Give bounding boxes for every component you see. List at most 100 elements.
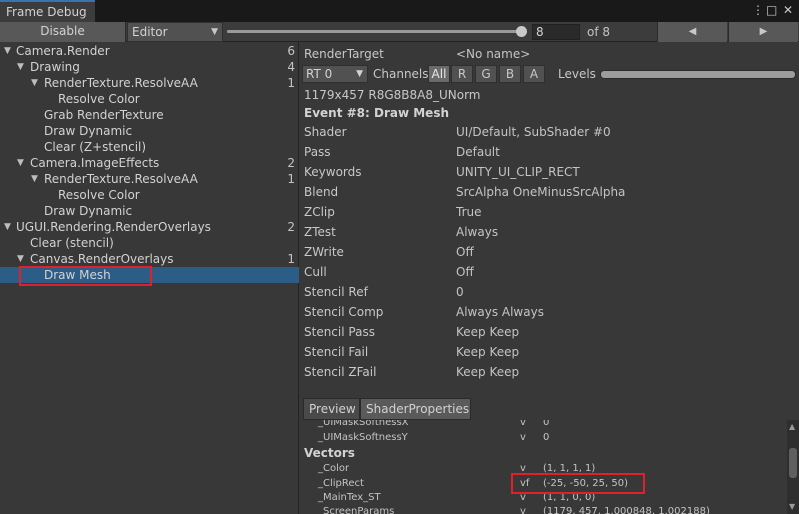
prop-label-zclip: ZClip — [304, 205, 335, 219]
tree-item-label: Grab RenderTexture — [44, 108, 164, 122]
render-target-value: <No name> — [456, 47, 531, 61]
channels-label: Channels — [373, 67, 429, 81]
tab-shader-properties[interactable]: ShaderProperties — [360, 398, 471, 420]
draw-mesh-highlight — [19, 266, 152, 286]
tree-item-label: RenderTexture.ResolveAA — [44, 172, 198, 186]
tree-item-canvas-overlays[interactable]: ▼ Canvas.RenderOverlays 1 — [0, 251, 299, 267]
render-target-label: RenderTarget — [304, 47, 384, 61]
close-icon[interactable]: ✕ — [783, 3, 793, 17]
scroll-up-icon[interactable]: ▲ — [789, 422, 795, 431]
tree-item-image-effects[interactable]: ▼ Camera.ImageEffects 2 — [0, 155, 299, 171]
tree-item-grab-rendertexture[interactable]: Grab RenderTexture — [0, 107, 299, 123]
tree-item-label: Clear (Z+stencil) — [44, 140, 147, 154]
shader-prop-name: _ClipRect — [318, 478, 364, 489]
fold-icon[interactable]: ▼ — [31, 75, 38, 91]
rt-dropdown[interactable]: RT 0 ▼ — [302, 65, 368, 83]
prop-label-blend: Blend — [304, 185, 339, 199]
frame-debug-tab[interactable]: Frame Debug — [0, 0, 95, 22]
cliprect-highlight — [511, 473, 645, 494]
tree-item-label: Draw Dynamic — [44, 124, 133, 138]
tree-item-label: Camera.ImageEffects — [30, 156, 160, 170]
prop-value-pass: Default — [456, 145, 500, 159]
render-target-row: RenderTarget <No name> — [300, 44, 799, 64]
channel-all-button[interactable]: All — [428, 65, 450, 83]
tree-item-count: 6 — [287, 44, 295, 58]
shader-properties-list: _UIMaskSoftnessX v 0 _UIMaskSoftnessY v … — [300, 420, 787, 514]
prev-icon: ◀ — [688, 26, 697, 37]
channel-a-button[interactable]: A — [523, 65, 545, 83]
prop-value-shader: UI/Default, SubShader #0 — [456, 125, 611, 139]
tree-item-count: 1 — [287, 252, 295, 266]
tree-item-clear-stencil[interactable]: Clear (stencil) — [0, 235, 299, 251]
prop-value-stencil-pass: Keep Keep — [456, 325, 520, 339]
target-dropdown[interactable]: Editor ▼ — [127, 22, 223, 42]
channel-b-button[interactable]: B — [499, 65, 521, 83]
disable-button[interactable]: Disable — [0, 22, 126, 42]
channel-r-button[interactable]: R — [451, 65, 473, 83]
tree-item-clear-z-stencil[interactable]: Clear (Z+stencil) — [0, 139, 299, 155]
prop-value-zwrite: Off — [456, 245, 474, 259]
prop-label-pass: Pass — [304, 145, 331, 159]
tree-item-draw-dynamic[interactable]: Draw Dynamic — [0, 123, 299, 139]
tree-item-resolve-color[interactable]: Resolve Color — [0, 91, 299, 107]
prop-value-zclip: True — [456, 205, 482, 219]
prop-value-stencil-fail: Keep Keep — [456, 345, 520, 359]
fold-icon[interactable]: ▼ — [17, 251, 24, 267]
levels-label: Levels — [558, 67, 596, 81]
tree-item-resolve-color-2[interactable]: Resolve Color — [0, 187, 299, 203]
tree-item-resolveaa[interactable]: ▼ RenderTexture.ResolveAA 1 — [0, 75, 299, 91]
prop-label-ztest: ZTest — [304, 225, 336, 239]
target-dropdown-label: Editor — [132, 25, 168, 39]
next-event-button[interactable]: ▶ — [728, 22, 798, 42]
channels-bar: RT 0 ▼ Channels All R G B A Levels — [300, 64, 799, 84]
prop-label-stencil-ref: Stencil Ref — [304, 285, 368, 299]
tree-item-label: RenderTexture.ResolveAA — [44, 76, 198, 90]
next-icon: ▶ — [759, 26, 768, 37]
event-slider-track[interactable] — [227, 30, 521, 33]
channel-g-button[interactable]: G — [475, 65, 497, 83]
tree-item-count: 1 — [287, 172, 295, 186]
previous-event-button[interactable]: ◀ — [657, 22, 727, 42]
prop-label-stencil-comp: Stencil Comp — [304, 305, 384, 319]
tree-item-draw-dynamic-2[interactable]: Draw Dynamic — [0, 203, 299, 219]
tree-item-count: 2 — [287, 156, 295, 170]
scrollbar-thumb[interactable] — [789, 448, 797, 478]
tab-title: Frame Debug — [6, 5, 87, 19]
prop-value-stencil-zfail: Keep Keep — [456, 365, 520, 379]
tree-item-label: Drawing — [30, 60, 80, 74]
shader-prop-name: _Color — [318, 463, 350, 474]
fold-icon[interactable]: ▼ — [4, 219, 11, 235]
scroll-down-icon[interactable]: ▼ — [789, 502, 795, 511]
chevron-down-icon: ▼ — [211, 27, 218, 37]
menu-icon[interactable]: ⋮ — [752, 3, 764, 17]
event-slider-handle[interactable] — [516, 26, 527, 37]
tree-item-label: Resolve Color — [58, 188, 140, 202]
tab-preview[interactable]: Preview — [303, 398, 360, 420]
tree-item-label: Canvas.RenderOverlays — [30, 252, 174, 266]
fold-icon[interactable]: ▼ — [31, 171, 38, 187]
prop-value-keywords: UNITY_UI_CLIP_RECT — [456, 165, 580, 179]
fold-icon[interactable]: ▼ — [17, 155, 24, 171]
event-total-label: of 8 — [587, 25, 611, 39]
maximize-icon[interactable]: □ — [766, 3, 777, 17]
levels-slider[interactable] — [600, 70, 796, 79]
fold-icon[interactable]: ▼ — [4, 43, 11, 59]
prop-label-cull: Cull — [304, 265, 327, 279]
fold-icon[interactable]: ▼ — [17, 59, 24, 75]
prop-label-keywords: Keywords — [304, 165, 362, 179]
tree-item-camera-render[interactable]: ▼ Camera.Render 6 — [0, 43, 299, 59]
shader-prop-type: v — [520, 420, 526, 428]
shader-prop-name: _MainTex_ST — [318, 492, 381, 503]
event-index-field[interactable]: 8 — [532, 24, 580, 40]
toolbar: Disable Editor ▼ 8 of 8 ◀ ▶ — [0, 22, 799, 42]
tree-item-resolveaa-2[interactable]: ▼ RenderTexture.ResolveAA 1 — [0, 171, 299, 187]
tree-item-ugui-overlays[interactable]: ▼ UGUI.Rendering.RenderOverlays 2 — [0, 219, 299, 235]
shader-prop-type: v — [520, 506, 526, 514]
tree-item-drawing[interactable]: ▼ Drawing 4 — [0, 59, 299, 75]
shader-props-scrollbar[interactable]: ▲ ▼ — [787, 420, 799, 514]
tree-item-label: Resolve Color — [58, 92, 140, 106]
shader-prop-row: _ScreenParams v (1179, 457, 1.000848, 1.… — [300, 505, 787, 514]
tree-item-label: Draw Dynamic — [44, 204, 133, 218]
prop-label-zwrite: ZWrite — [304, 245, 344, 259]
tree-item-count: 4 — [287, 60, 295, 74]
